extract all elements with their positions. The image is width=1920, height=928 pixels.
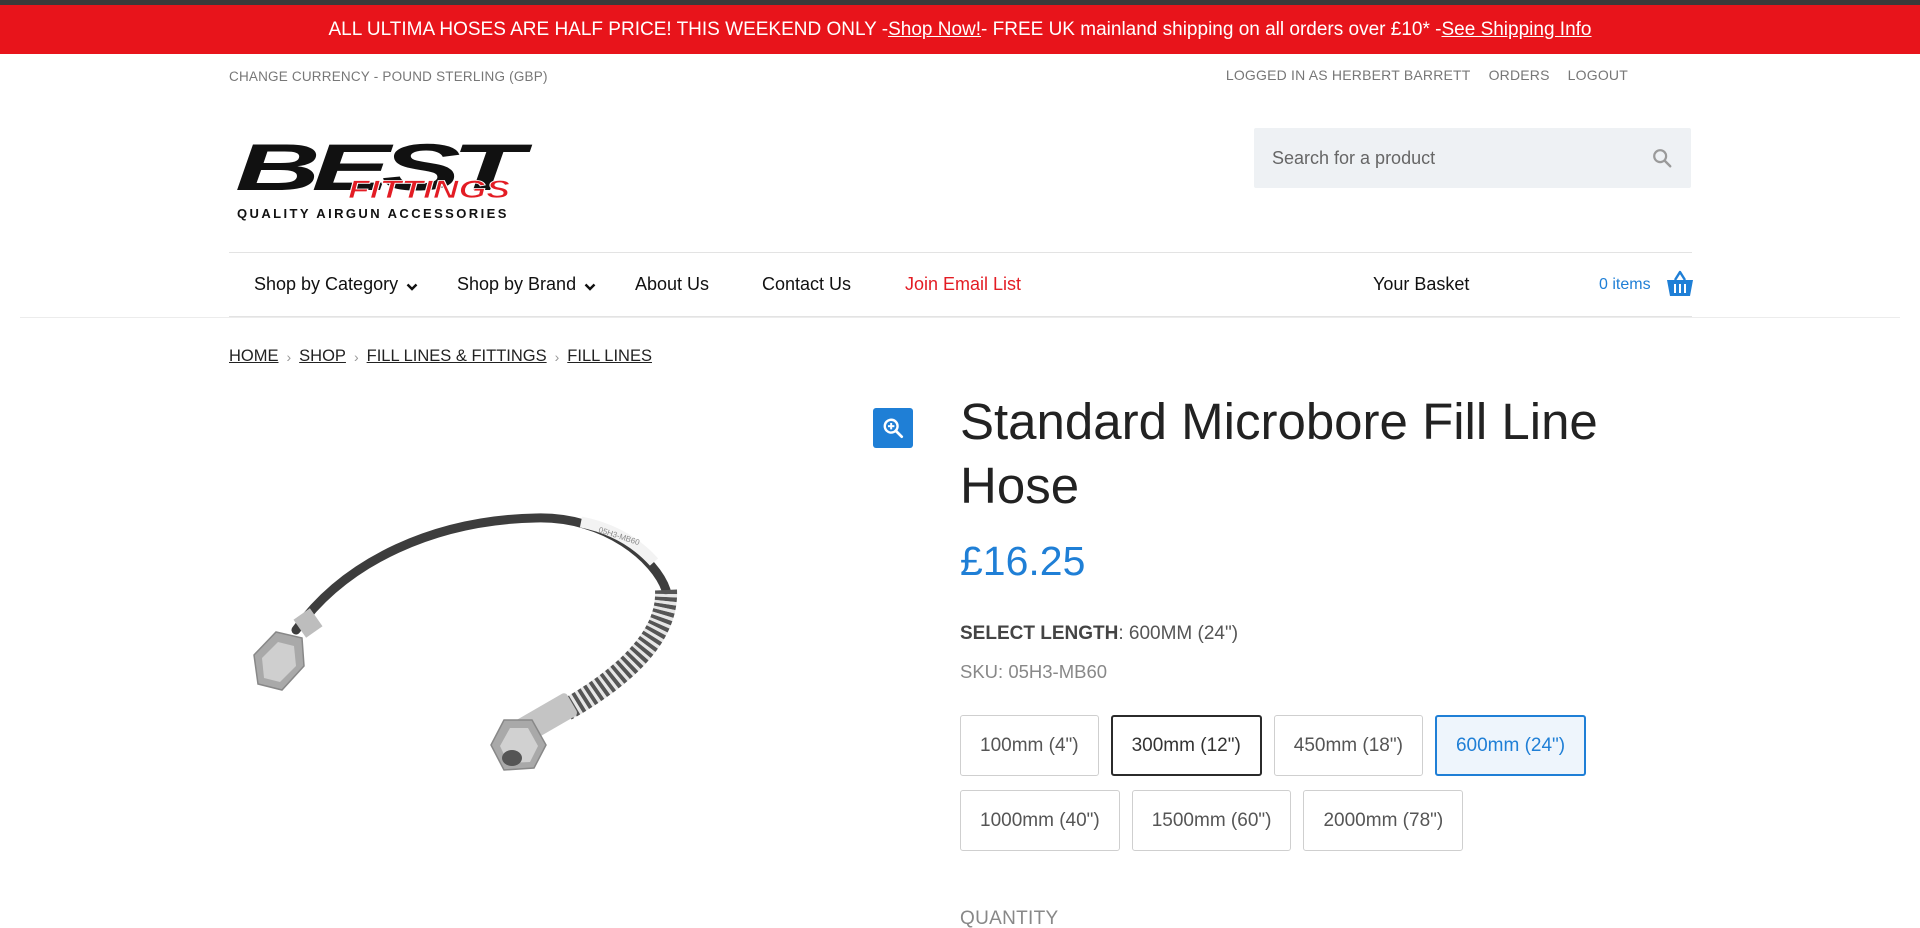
select-length-value: : 600MM (24") — [1118, 623, 1239, 644]
best-fittings-logo[interactable]: BEST FITTINGS QUALITY AIRGUN ACCESSORIES — [233, 130, 533, 230]
length-option-450mm[interactable]: 450mm (18") — [1273, 715, 1423, 776]
length-option-300mm[interactable]: 300mm (12") — [1110, 715, 1262, 776]
nav-contact-us[interactable]: Contact Us — [762, 274, 851, 295]
orders-link[interactable]: ORDERS — [1489, 67, 1550, 83]
search-input[interactable] — [1272, 147, 1651, 169]
logout-link[interactable]: LOGOUT — [1568, 67, 1628, 83]
account-links: LOGGED IN AS HERBERT BARRETT ORDERS LOGO… — [1226, 67, 1628, 83]
nav-label: Shop by Category — [254, 274, 399, 294]
basket-label[interactable]: Your Basket — [1373, 274, 1469, 295]
breadcrumb: HOME › SHOP › FILL LINES & FITTINGS › FI… — [229, 347, 652, 366]
change-currency-link[interactable]: CHANGE CURRENCY - POUND STERLING (GBP) — [229, 69, 548, 84]
left-fitting — [253, 608, 323, 691]
basket-icon[interactable] — [1665, 269, 1695, 299]
chevron-down-icon — [406, 283, 418, 291]
length-option-600mm[interactable]: 600mm (24") — [1434, 715, 1587, 776]
breadcrumb-fill-lines-fittings[interactable]: FILL LINES & FITTINGS — [367, 347, 547, 366]
select-length: SELECT LENGTH: 600MM (24") — [960, 623, 1238, 645]
right-fitting — [490, 693, 578, 771]
search-icon[interactable] — [1651, 147, 1673, 169]
length-option-1000mm[interactable]: 1000mm (40") — [960, 790, 1120, 851]
length-option-2000mm[interactable]: 2000mm (78") — [1303, 790, 1464, 851]
promo-text-1: ALL ULTIMA HOSES ARE HALF PRICE! THIS WE… — [328, 18, 889, 40]
nav-join-email-list[interactable]: Join Email List — [905, 274, 1021, 295]
breadcrumb-shop[interactable]: SHOP — [299, 347, 346, 366]
chevron-right-icon: › — [554, 348, 560, 365]
shop-now-link[interactable]: Shop Now! — [888, 19, 981, 41]
length-option-100mm[interactable]: 100mm (4") — [960, 715, 1099, 776]
breadcrumb-home[interactable]: HOME — [229, 347, 279, 366]
product-sku: SKU: 05H3-MB60 — [960, 661, 1108, 682]
search-box — [1254, 128, 1691, 188]
chevron-right-icon: › — [353, 348, 359, 365]
header-divider — [20, 317, 1900, 318]
quantity-label: QUANTITY — [960, 908, 1059, 928]
logged-in-user: LOGGED IN AS HERBERT BARRETT — [1225, 67, 1471, 83]
select-length-label: SELECT LENGTH — [960, 623, 1119, 644]
breadcrumb-fill-lines[interactable]: FILL LINES — [567, 347, 652, 366]
product-title: Standard Microbore Fill Line Hose — [960, 393, 1598, 514]
main-navigation: Shop by Category Shop by Brand About Us … — [229, 252, 1695, 317]
chevron-down-icon — [584, 283, 596, 291]
image-zoom-button[interactable] — [873, 408, 913, 448]
nav-shop-by-category[interactable]: Shop by Category — [254, 274, 418, 295]
product-price: £16.25 — [960, 538, 1086, 584]
nav-label: Shop by Brand — [457, 274, 577, 294]
product-image[interactable]: 05H3-MB60 — [236, 500, 736, 800]
logo-word-fittings: FITTINGS — [348, 176, 510, 204]
length-option-1500mm[interactable]: 1500mm (60") — [1131, 790, 1292, 851]
nav-about-us[interactable]: About Us — [635, 274, 709, 295]
logo-tagline: QUALITY AIRGUN ACCESSORIES — [237, 206, 509, 221]
basket-count[interactable]: 0 items — [1599, 276, 1651, 294]
shipping-info-link[interactable]: See Shipping Info — [1441, 19, 1591, 41]
chevron-right-icon: › — [286, 348, 292, 365]
promo-text-2: - FREE UK mainland shipping on all order… — [981, 18, 1442, 40]
nav-shop-by-brand[interactable]: Shop by Brand — [457, 274, 596, 295]
promo-banner: ALL ULTIMA HOSES ARE HALF PRICE! THIS WE… — [0, 5, 1920, 54]
zoom-in-icon — [883, 418, 904, 439]
length-options: 100mm (4") 300mm (12") 450mm (18") 600mm… — [960, 715, 1660, 851]
